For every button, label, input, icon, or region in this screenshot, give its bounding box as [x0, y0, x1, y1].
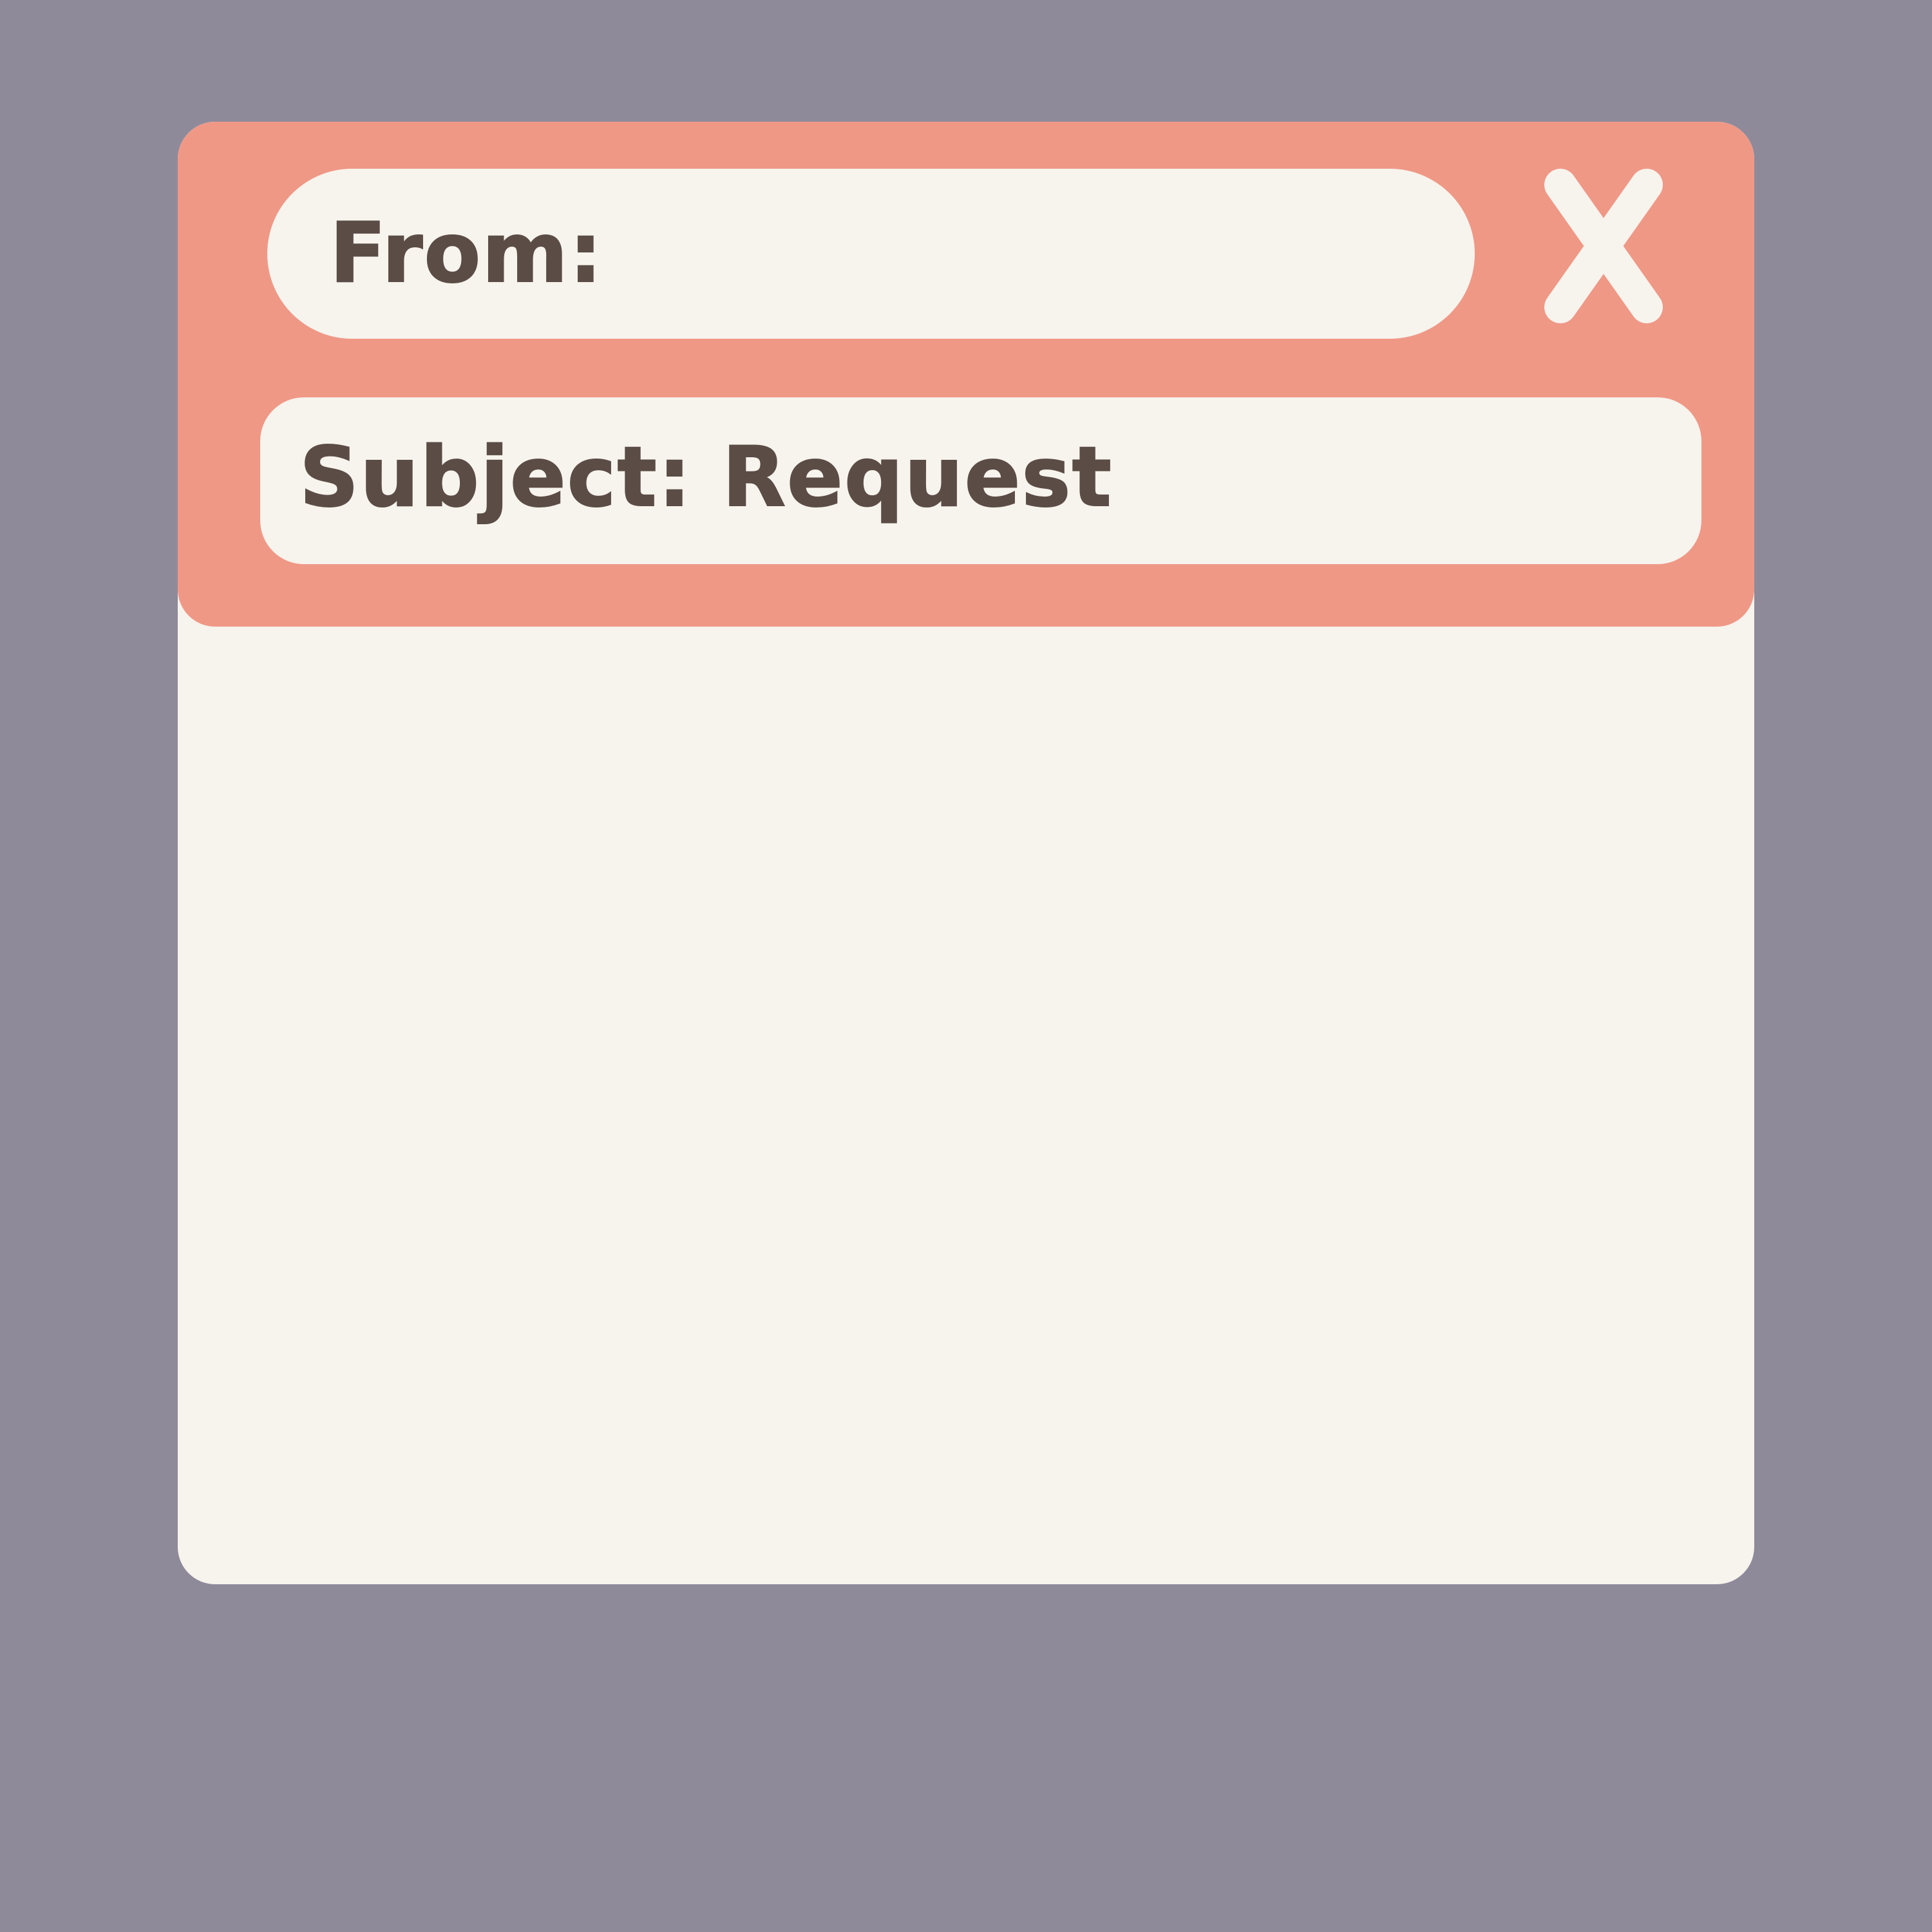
message-body[interactable]: [178, 627, 1754, 1584]
from-label: From:: [329, 205, 603, 301]
subject-field[interactable]: Subject: Request: [260, 397, 1701, 564]
from-field[interactable]: From:: [267, 169, 1475, 339]
email-window: From: Subject: Request: [178, 122, 1754, 1584]
close-icon: [1544, 169, 1663, 323]
email-header: From: Subject: Request: [178, 122, 1754, 627]
subject-label: Subject: Request: [299, 429, 1113, 526]
close-button[interactable]: [1536, 169, 1671, 323]
